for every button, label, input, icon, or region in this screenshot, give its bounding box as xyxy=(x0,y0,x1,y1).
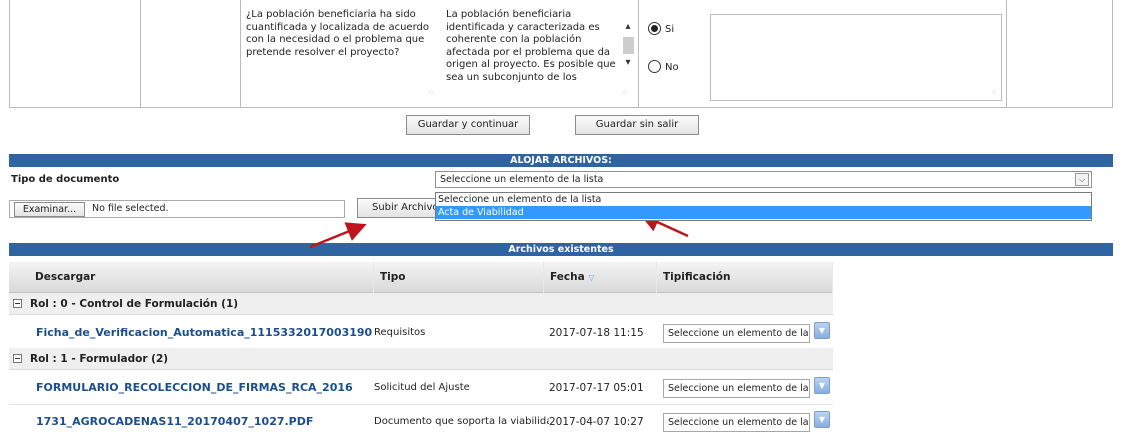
dropdown-option[interactable]: Seleccione un elemento de la lista xyxy=(436,193,1091,206)
arrow-to-upload-icon xyxy=(309,222,367,249)
doc-type-dropdown[interactable]: Seleccione un elemento de la lista Acta … xyxy=(435,192,1092,221)
dropdown-option-highlighted[interactable]: Acta de Viabilidad xyxy=(436,206,1091,219)
